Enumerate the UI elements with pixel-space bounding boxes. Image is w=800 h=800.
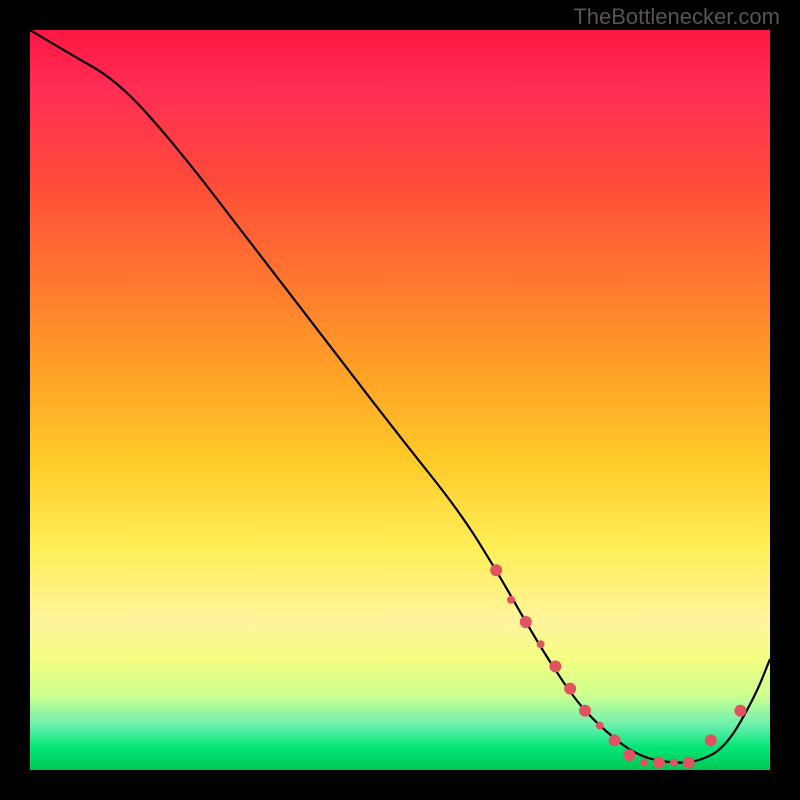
plot-area bbox=[30, 30, 770, 770]
chart-container: TheBottlenecker.com bbox=[0, 0, 800, 800]
watermark-text: TheBottlenecker.com bbox=[573, 4, 780, 30]
gradient-background bbox=[30, 30, 770, 770]
